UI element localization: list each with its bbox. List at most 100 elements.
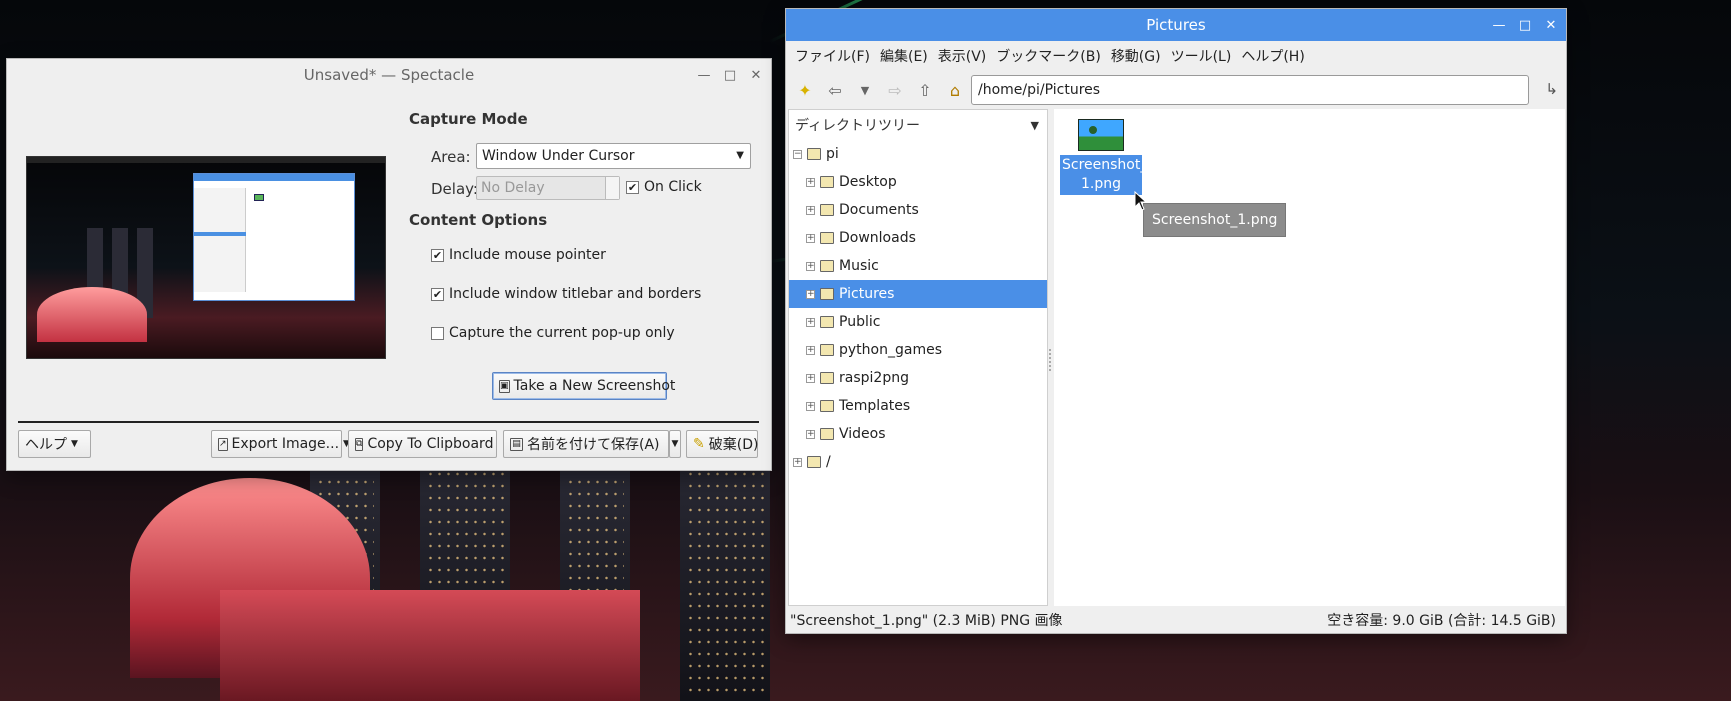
export-icon: ↗	[218, 437, 228, 451]
delay-label: Delay:	[431, 180, 478, 198]
up-icon[interactable]: ⇧	[912, 77, 938, 103]
history-dropdown-icon[interactable]: ▼	[852, 77, 878, 103]
take-screenshot-button[interactable]: ▣ Take a New Screenshot	[492, 372, 675, 400]
menu-edit[interactable]: 編集(E)	[875, 46, 933, 66]
broom-icon: ✎	[693, 436, 705, 452]
home-icon[interactable]: ⌂	[942, 77, 968, 103]
tree-item-videos[interactable]: + Videos	[789, 420, 1047, 448]
include-titlebar-checkbox[interactable]: ✔ Include window titlebar and borders	[431, 286, 701, 302]
tree-item-music[interactable]: + Music	[789, 252, 1047, 280]
minimize-icon[interactable]: —	[1492, 18, 1506, 33]
tree-item-root[interactable]: + /	[789, 448, 1047, 476]
tree-item-pictures[interactable]: + Pictures	[789, 280, 1047, 308]
menu-file[interactable]: ファイル(F)	[790, 46, 875, 66]
menu-tools[interactable]: ツール(L)	[1166, 46, 1237, 66]
folder-icon	[820, 400, 834, 412]
popup-only-checkbox[interactable]: Capture the current pop-up only	[431, 325, 675, 341]
expand-icon[interactable]: +	[806, 401, 815, 411]
dropdown-arrow-icon: ▼	[671, 439, 679, 449]
checkbox-checked-icon: ✔	[626, 180, 639, 194]
on-click-checkbox[interactable]: ✔ On Click	[626, 179, 702, 195]
tree-item-raspi2png[interactable]: + raspi2png	[789, 364, 1047, 392]
folder-icon	[820, 232, 834, 244]
tree-item-label: pi	[826, 146, 839, 162]
new-folder-icon[interactable]: ✦	[792, 77, 818, 103]
file-manager-titlebar[interactable]: Pictures — □ ✕	[786, 9, 1566, 41]
minimize-icon[interactable]: —	[697, 68, 711, 83]
close-icon[interactable]: ✕	[749, 68, 763, 83]
expand-icon[interactable]: +	[806, 205, 815, 215]
delay-value: No Delay	[481, 180, 545, 196]
spectacle-window: Unsaved* — Spectacle — □ ✕ Capture Mode …	[7, 59, 771, 470]
expand-icon[interactable]: +	[806, 261, 815, 271]
folder-icon	[807, 456, 821, 468]
separator	[18, 421, 759, 423]
folder-icon	[820, 176, 834, 188]
option-label: Include window titlebar and borders	[449, 286, 702, 302]
option-label: Capture the current pop-up only	[449, 325, 675, 341]
expand-icon[interactable]: +	[806, 177, 815, 187]
tree-item-python-games[interactable]: + python_games	[789, 336, 1047, 364]
path-bar[interactable]: /home/pi/Pictures	[971, 75, 1529, 105]
go-icon[interactable]: ↳	[1545, 80, 1558, 98]
file-name-line: 1.png	[1080, 176, 1121, 192]
checkbox-checked-icon: ✔	[431, 287, 444, 301]
maximize-icon[interactable]: □	[723, 68, 737, 83]
tree-item-label: Documents	[839, 202, 919, 218]
tree-item-downloads[interactable]: + Downloads	[789, 224, 1047, 252]
save-as-label: 名前を付けて保存(A)	[527, 437, 660, 453]
expand-icon[interactable]: +	[793, 457, 802, 467]
folder-icon	[820, 288, 834, 300]
sidebar-heading: ディレクトリツリー	[795, 118, 921, 134]
expand-icon[interactable]: +	[806, 317, 815, 327]
discard-button[interactable]: ✎ 破棄(D)	[686, 430, 758, 458]
sidebar-mode-select[interactable]: ディレクトリツリー ▼	[789, 110, 1047, 140]
area-label: Area:	[431, 148, 471, 166]
help-button[interactable]: ヘルプ ▼	[18, 430, 91, 458]
save-options-button[interactable]: ▼	[669, 430, 681, 458]
export-label: Export Image...	[231, 436, 340, 452]
spectacle-titlebar[interactable]: Unsaved* — Spectacle — □ ✕	[7, 59, 771, 91]
tree-item-desktop[interactable]: + Desktop	[789, 168, 1047, 196]
save-as-button[interactable]: ▤ 名前を付けて保存(A)	[503, 430, 669, 458]
maximize-icon[interactable]: □	[1518, 18, 1532, 33]
menu-view[interactable]: 表示(V)	[933, 46, 992, 66]
tree-item-label: Pictures	[839, 286, 895, 302]
tree-item-public[interactable]: + Public	[789, 308, 1047, 336]
tree-item-pi[interactable]: − pi	[789, 140, 1047, 168]
area-select[interactable]: Window Under Cursor ▼	[476, 143, 751, 169]
expand-icon[interactable]: +	[806, 233, 815, 243]
capture-mode-heading: Capture Mode	[409, 110, 528, 128]
expand-icon[interactable]: +	[806, 289, 815, 299]
folder-icon	[820, 428, 834, 440]
expand-icon[interactable]: +	[806, 345, 815, 355]
collapse-icon[interactable]: −	[793, 149, 802, 159]
file-manager-window: Pictures — □ ✕ ファイル(F) 編集(E) 表示(V) ブックマー…	[786, 9, 1566, 633]
take-screenshot-label: Take a New Screenshot	[513, 378, 676, 394]
folder-icon	[820, 372, 834, 384]
menu-bookmarks[interactable]: ブックマーク(B)	[991, 46, 1106, 66]
expand-icon[interactable]: +	[806, 373, 815, 383]
delay-spinbox[interactable]: No Delay	[476, 176, 620, 200]
tree-item-label: Videos	[839, 426, 886, 442]
dropdown-arrow-icon: ▼	[71, 439, 78, 449]
option-label: Include mouse pointer	[449, 247, 606, 263]
export-image-button[interactable]: ↗ Export Image... ▼	[211, 430, 350, 458]
window-title: Pictures	[1146, 16, 1206, 34]
close-icon[interactable]: ✕	[1544, 18, 1558, 33]
window-title: Unsaved* — Spectacle	[303, 66, 475, 84]
status-bar: "Screenshot_1.png" (2.3 MiB) PNG 画像 空き容量…	[786, 606, 1566, 633]
file-item[interactable]: Screenshot_ 1.png	[1060, 119, 1147, 195]
menu-help[interactable]: ヘルプ(H)	[1236, 46, 1309, 66]
menu-go[interactable]: 移動(G)	[1106, 46, 1166, 66]
include-pointer-checkbox[interactable]: ✔ Include mouse pointer	[431, 247, 606, 263]
forward-icon[interactable]: ⇨	[882, 77, 908, 103]
spin-buttons[interactable]	[605, 177, 619, 199]
expand-icon[interactable]: +	[806, 429, 815, 439]
tree-item-documents[interactable]: + Documents	[789, 196, 1047, 224]
back-icon[interactable]: ⇦	[822, 77, 848, 103]
screenshot-preview[interactable]	[26, 156, 386, 359]
copy-clipboard-button[interactable]: ⧉ Copy To Clipboard	[348, 430, 497, 458]
pane-splitter[interactable]	[1049, 349, 1052, 371]
tree-item-templates[interactable]: + Templates	[789, 392, 1047, 420]
